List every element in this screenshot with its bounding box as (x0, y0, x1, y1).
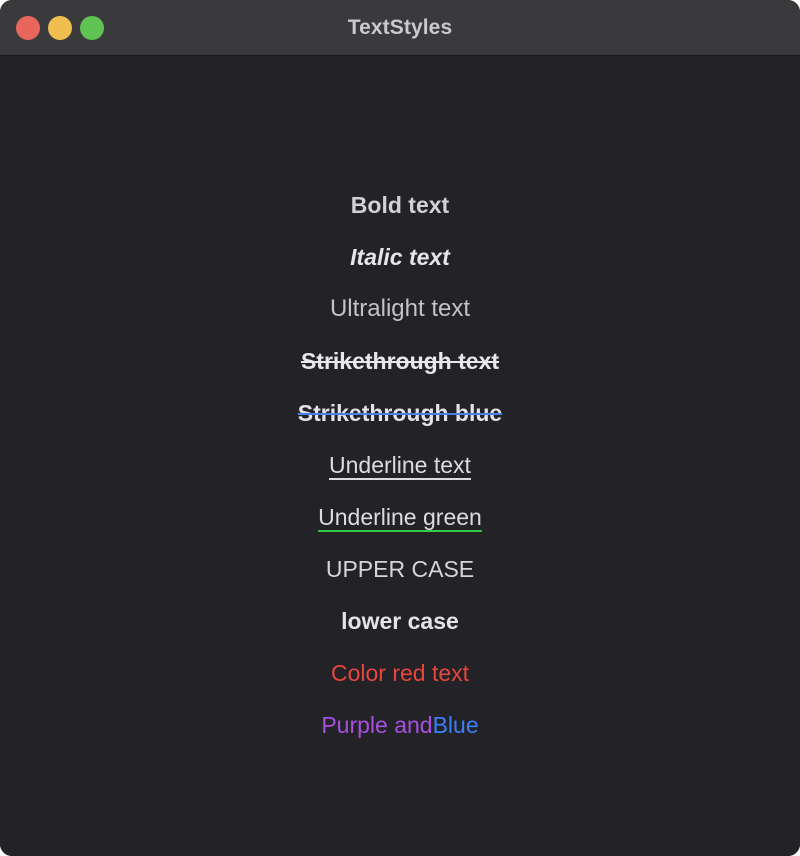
text-styles-list: Bold text Italic text Ultralight text St… (0, 56, 800, 856)
blue-text-label: Blue (432, 711, 479, 738)
italic-text-label: Italic text (350, 243, 450, 270)
row-underline-green: Underline green (0, 491, 800, 543)
window-controls (16, 0, 104, 55)
row-ultralight: Ultralight text (0, 283, 800, 335)
row-strikethrough-blue: Strikethrough blue (0, 387, 800, 439)
app-window: TextStyles Bold text Italic text Ultrali… (0, 0, 800, 856)
strikethrough-text-label: Strikethrough text (300, 347, 500, 374)
uppercase-text-label: UPPER CASE (325, 555, 475, 582)
underline-green-label: Underline green (318, 503, 482, 530)
bold-text-label: Bold text (350, 191, 450, 218)
purple-text-label: Purple and (321, 711, 433, 738)
row-bold: Bold text (0, 179, 800, 231)
zoom-button[interactable] (80, 15, 104, 40)
close-button[interactable] (16, 15, 40, 40)
window-titlebar: TextStyles (0, 0, 800, 56)
red-text-label: Color red text (330, 659, 470, 686)
window-title: TextStyles (347, 15, 453, 39)
row-purple-and-blue: Purple and Blue (0, 699, 800, 751)
strikethrough-blue-label: Strikethrough blue (297, 399, 503, 426)
row-strikethrough: Strikethrough text (0, 335, 800, 387)
minimize-button[interactable] (48, 15, 72, 40)
row-italic: Italic text (0, 231, 800, 283)
row-lowercase: lower case (0, 595, 800, 647)
underline-text-label: Underline text (329, 451, 471, 478)
row-uppercase: UPPER CASE (0, 543, 800, 595)
row-color-red: Color red text (0, 647, 800, 699)
lowercase-text-label: lower case (341, 607, 459, 634)
ultralight-text-label: Ultralight text (329, 295, 471, 322)
row-underline: Underline text (0, 439, 800, 491)
